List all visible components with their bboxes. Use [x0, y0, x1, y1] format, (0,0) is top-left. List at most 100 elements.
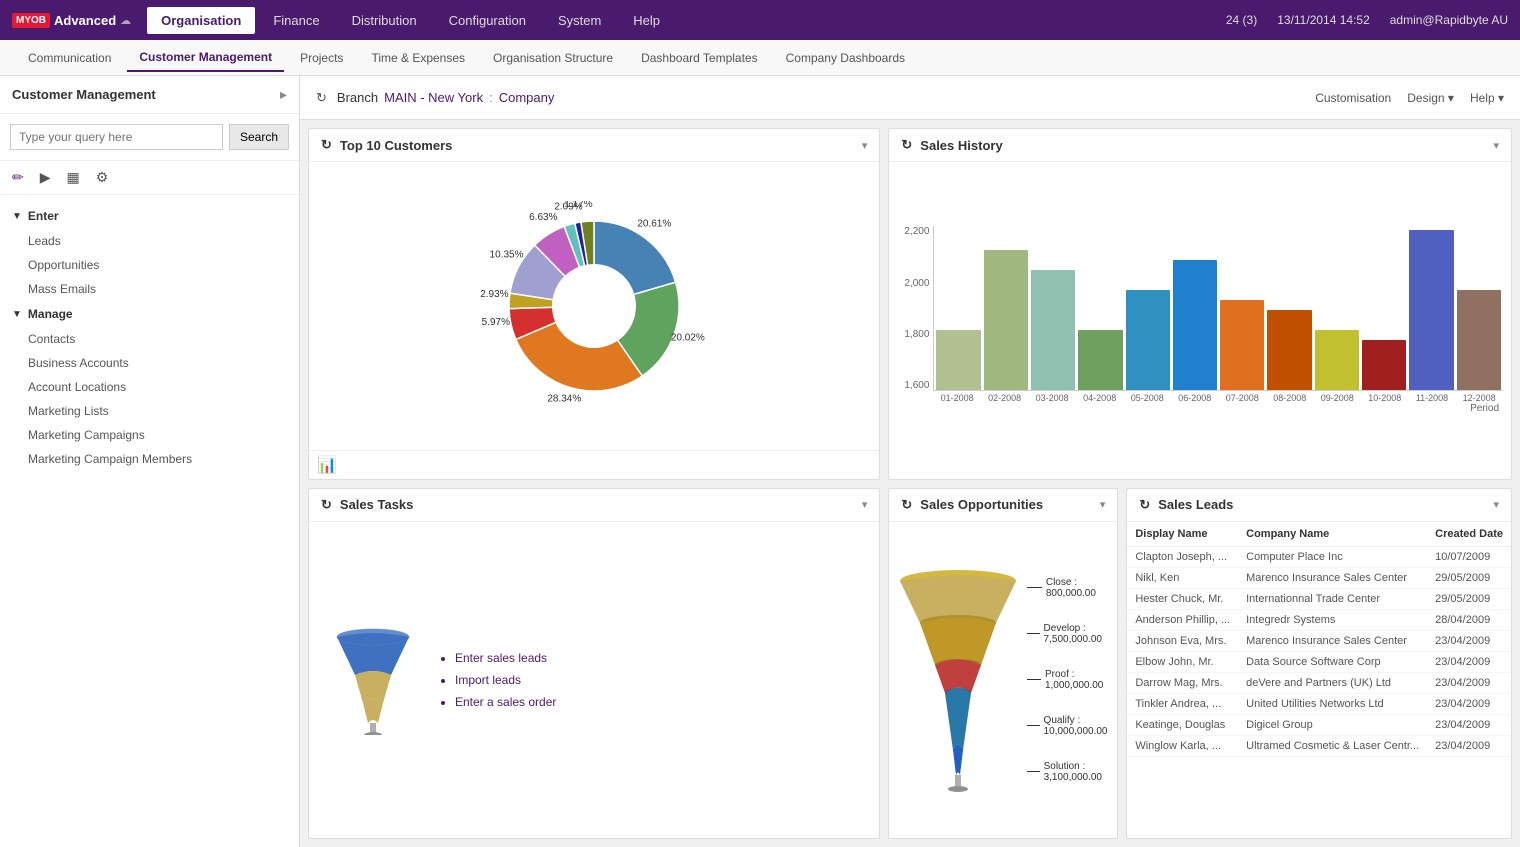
- b7: [1220, 300, 1264, 390]
- search-input[interactable]: [10, 124, 223, 150]
- breadcrumb-separator: :: [489, 90, 493, 105]
- r-refresh-sh[interactable]: ↻: [901, 137, 912, 153]
- nav-projects[interactable]: Projects: [288, 45, 355, 71]
- breadcrumb-right: Customisation Design ▾ Help ▾: [1315, 91, 1504, 105]
- leads-row-1[interactable]: Nikl, Ken Marenco Insurance Sales Center…: [1127, 567, 1511, 588]
- sidebar-collapse-btn[interactable]: ▸: [280, 86, 287, 103]
- leads-row-3[interactable]: Anderson Phillip, ... Integredr Systems …: [1127, 609, 1511, 630]
- nav-distribution[interactable]: Distribution: [338, 7, 431, 34]
- section-enter-label: Enter: [28, 209, 59, 223]
- r-bar-chart: 2,2002,0001,8001,600: [897, 226, 1503, 414]
- task-li-2[interactable]: Import leads: [455, 669, 556, 691]
- widget-sales-history2: ↻ Sales History ▾ 2,2002,0001,8001,600: [888, 128, 1512, 480]
- section-enter[interactable]: ▼ Enter: [0, 203, 299, 229]
- r-refresh-st[interactable]: ↻: [321, 497, 332, 513]
- nav-finance[interactable]: Finance: [259, 7, 333, 34]
- design-btn[interactable]: Design ▾: [1407, 91, 1454, 105]
- leads-row-9[interactable]: Winglow Karla, ... Ultramed Cosmetic & L…: [1127, 735, 1511, 756]
- nav-dashboard-templates[interactable]: Dashboard Templates: [629, 45, 770, 71]
- leads-row-8[interactable]: Keatinge, Douglas Digicel Group 23/04/20…: [1127, 714, 1511, 735]
- pie-svg: 6.63%2.09%1.17%20.61%20.02%28.34%5.97%2.…: [454, 201, 734, 411]
- nav-mass-emails[interactable]: Mass Emails: [0, 277, 299, 301]
- svg-text:28.34%: 28.34%: [548, 393, 582, 404]
- svg-text:20.61%: 20.61%: [638, 218, 672, 229]
- nav-company-dashboards[interactable]: Company Dashboards: [774, 45, 917, 71]
- opp-label-develop: Develop : 7,500,000.00: [1027, 623, 1113, 645]
- nav-help[interactable]: Help: [619, 7, 674, 34]
- nav-communication[interactable]: Communication: [16, 45, 123, 71]
- opp-label-solution: Solution : 3,100,000.00: [1027, 761, 1113, 783]
- nav-organisation[interactable]: Organisation: [147, 7, 255, 34]
- main-layout: Customer Management ▸ Search ✏ ▶ ▦ ⚙ ▼ E…: [0, 76, 1520, 847]
- leads-row-4[interactable]: Johnson Eva, Mrs. Marenco Insurance Sale…: [1127, 630, 1511, 651]
- user-display[interactable]: admin@Rapidbyte AU: [1390, 13, 1508, 27]
- svg-text:6.63%: 6.63%: [529, 212, 557, 223]
- right-bottom-grid: ↻ Sales Opportunities ▾: [888, 488, 1512, 840]
- r-title-top10: Top 10 Customers: [340, 138, 452, 153]
- leads-row-7[interactable]: Tinkler Andrea, ... United Utilities Net…: [1127, 693, 1511, 714]
- b3: [1031, 270, 1075, 390]
- play-icon[interactable]: ▶: [40, 169, 51, 186]
- breadcrumb-refresh-icon[interactable]: ↻: [316, 90, 327, 106]
- r-refresh-top10[interactable]: ↻: [321, 137, 332, 153]
- nav-account-locations[interactable]: Account Locations: [0, 375, 299, 399]
- nav-customer-management[interactable]: Customer Management: [127, 44, 284, 72]
- nav-time-expenses[interactable]: Time & Expenses: [359, 45, 477, 71]
- nav-leads[interactable]: Leads: [0, 229, 299, 253]
- nav-marketing-campaigns[interactable]: Marketing Campaigns: [0, 423, 299, 447]
- r-dropdown-sl[interactable]: ▾: [1493, 498, 1499, 511]
- pencil-icon[interactable]: ✏: [12, 169, 24, 186]
- task-li-1[interactable]: Enter sales leads: [455, 647, 556, 669]
- notifications-badge[interactable]: 24 (3): [1226, 13, 1257, 27]
- chart-icon[interactable]: ▦: [67, 169, 80, 186]
- arrow-enter: ▼: [12, 211, 22, 222]
- leads-row-2[interactable]: Hester Chuck, Mr. Internationnal Trade C…: [1127, 588, 1511, 609]
- nav-opportunities[interactable]: Opportunities: [0, 253, 299, 277]
- leads-row-5[interactable]: Elbow John, Mr. Data Source Software Cor…: [1127, 651, 1511, 672]
- nav-org-structure[interactable]: Organisation Structure: [481, 45, 625, 71]
- widget-sales-tasks2: ↻ Sales Tasks ▾ Enter sales leads Import…: [308, 488, 880, 840]
- svg-text:2.93%: 2.93%: [480, 289, 508, 300]
- svg-text:20.02%: 20.02%: [671, 332, 705, 343]
- svg-text:5.97%: 5.97%: [482, 317, 510, 328]
- nav-system[interactable]: System: [544, 7, 615, 34]
- breadcrumb-company-link[interactable]: Company: [499, 90, 555, 105]
- section-manage-label: Manage: [28, 307, 73, 321]
- leads-row-0[interactable]: Clapton Joseph, ... Computer Place Inc 1…: [1127, 546, 1511, 567]
- nav-marketing-campaign-members[interactable]: Marketing Campaign Members: [0, 447, 299, 471]
- b4: [1078, 330, 1122, 390]
- opp-label-close: Close : 800,000.00: [1027, 577, 1113, 599]
- widget-sales-opp2: ↻ Sales Opportunities ▾: [888, 488, 1118, 840]
- sidebar-toolbar: ✏ ▶ ▦ ⚙: [0, 161, 299, 195]
- svg-text:10.35%: 10.35%: [490, 249, 524, 260]
- r-dropdown-so[interactable]: ▾: [1100, 498, 1106, 511]
- sidebar-title: Customer Management: [12, 87, 156, 102]
- section-manage[interactable]: ▼ Manage: [0, 301, 299, 327]
- nav-business-accounts[interactable]: Business Accounts: [0, 351, 299, 375]
- myob-logo: MYOB: [12, 13, 50, 28]
- sidebar: Customer Management ▸ Search ✏ ▶ ▦ ⚙ ▼ E…: [0, 76, 300, 847]
- top-nav: MYOB Advanced ☁ Organisation Finance Dis…: [0, 0, 1520, 40]
- r-refresh-sl[interactable]: ↻: [1139, 497, 1150, 513]
- task-li-3[interactable]: Enter a sales order: [455, 691, 556, 713]
- nav-configuration[interactable]: Configuration: [435, 7, 540, 34]
- nav-marketing-lists[interactable]: Marketing Lists: [0, 399, 299, 423]
- r-refresh-so[interactable]: ↻: [901, 497, 912, 513]
- logo-cloud: ☁: [120, 14, 131, 27]
- b10: [1362, 340, 1406, 390]
- chart-icon2[interactable]: 📊: [317, 457, 337, 474]
- nav-contacts[interactable]: Contacts: [0, 327, 299, 351]
- logo: MYOB Advanced ☁: [12, 13, 131, 28]
- b12: [1457, 290, 1501, 390]
- r-dropdown-sh[interactable]: ▾: [1493, 139, 1499, 152]
- gear-icon[interactable]: ⚙: [96, 169, 109, 186]
- search-button[interactable]: Search: [229, 124, 289, 150]
- leads-row-6[interactable]: Darrow Mag, Mrs. deVere and Partners (UK…: [1127, 672, 1511, 693]
- help-btn[interactable]: Help ▾: [1470, 91, 1504, 105]
- breadcrumb-main-link[interactable]: MAIN - New York: [384, 90, 483, 105]
- r-dropdown-top10[interactable]: ▾: [862, 139, 868, 152]
- r-dropdown-st[interactable]: ▾: [862, 498, 868, 511]
- customisation-btn[interactable]: Customisation: [1315, 91, 1391, 105]
- arrow-manage: ▼: [12, 309, 22, 320]
- opp-label-qualify: Qualify : 10,000,000.00: [1027, 715, 1113, 737]
